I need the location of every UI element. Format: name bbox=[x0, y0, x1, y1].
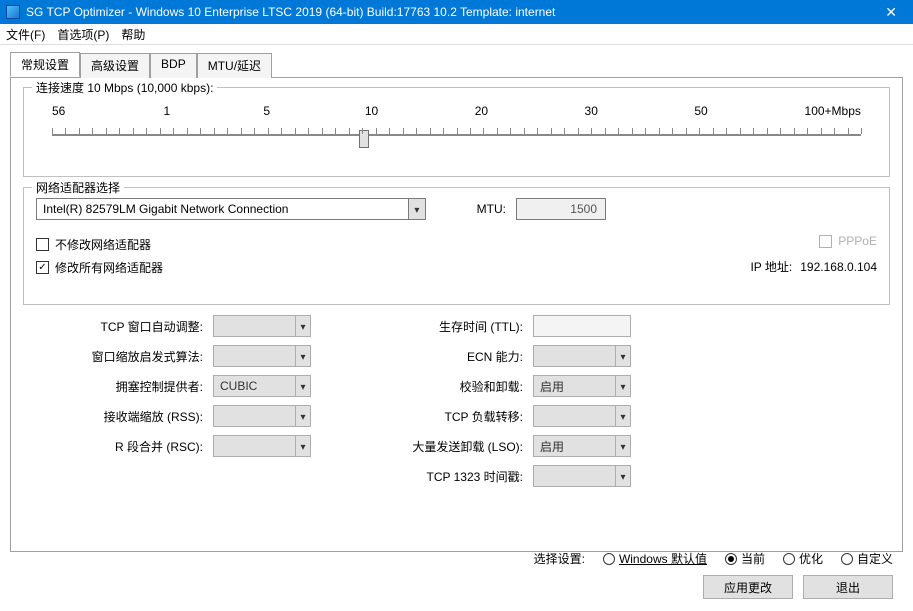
chevron-down-icon[interactable] bbox=[295, 316, 310, 336]
checkbox-disabled-icon bbox=[819, 235, 832, 248]
lbl-rsc: R 段合并 (RSC): bbox=[53, 438, 203, 455]
check-pppoe: PPPoE bbox=[819, 234, 877, 248]
check-no-modify[interactable]: 不修改网络适配器 bbox=[36, 236, 163, 253]
radio-checked-icon[interactable] bbox=[725, 553, 737, 565]
checkbox-icon[interactable] bbox=[36, 238, 49, 251]
select-settings-label: 选择设置: bbox=[534, 550, 585, 567]
lbl-congestion: 拥塞控制提供者: bbox=[53, 378, 203, 395]
settings-grid: TCP 窗口自动调整: 生存时间 (TTL): 窗口缩放启发式算法: ECN 能… bbox=[53, 315, 890, 487]
tick-label: 10 bbox=[352, 104, 392, 118]
group-title-speed: 连接速度 10 Mbps (10,000 kbps): bbox=[32, 79, 217, 96]
radio-icon[interactable] bbox=[603, 553, 615, 565]
chevron-down-icon[interactable] bbox=[615, 376, 630, 396]
tab-advanced[interactable]: 高级设置 bbox=[80, 53, 150, 78]
window-title: SG TCP Optimizer - Windows 10 Enterprise… bbox=[26, 5, 555, 19]
group-connection-speed: 连接速度 10 Mbps (10,000 kbps): 56 1 5 10 20… bbox=[23, 87, 890, 177]
combo-heuristic[interactable] bbox=[213, 345, 311, 367]
chevron-down-icon[interactable] bbox=[295, 376, 310, 396]
tick-label: 20 bbox=[461, 104, 501, 118]
radio-label: 优化 bbox=[799, 550, 823, 567]
titlebar: SG TCP Optimizer - Windows 10 Enterprise… bbox=[0, 0, 913, 24]
tab-bdp[interactable]: BDP bbox=[150, 53, 197, 78]
radio-label: 自定义 bbox=[857, 550, 893, 567]
footer: 选择设置: Windows 默认值 当前 优化 自定义 应用更改 退出 bbox=[20, 550, 893, 599]
radio-current[interactable]: 当前 bbox=[725, 550, 765, 567]
radio-optimal[interactable]: 优化 bbox=[783, 550, 823, 567]
slider-thumb[interactable] bbox=[359, 130, 369, 148]
mtu-value bbox=[516, 198, 606, 220]
combo-ts1323[interactable] bbox=[533, 465, 631, 487]
lbl-heuristic: 窗口缩放启发式算法: bbox=[53, 348, 203, 365]
input-ttl[interactable] bbox=[533, 315, 631, 337]
tick-label: 5 bbox=[252, 104, 282, 118]
check-modify-all-label: 修改所有网络适配器 bbox=[55, 259, 163, 276]
chevron-down-icon[interactable] bbox=[295, 436, 310, 456]
ip-label: IP 地址: bbox=[750, 258, 792, 275]
menu-prefs[interactable]: 首选项(P) bbox=[57, 26, 109, 43]
radio-icon[interactable] bbox=[783, 553, 795, 565]
chevron-down-icon[interactable] bbox=[295, 406, 310, 426]
slider-labels: 56 1 5 10 20 30 50 100+Mbps bbox=[52, 104, 861, 118]
chevron-down-icon[interactable] bbox=[295, 346, 310, 366]
tick-label: 50 bbox=[681, 104, 721, 118]
menu-help[interactable]: 帮助 bbox=[121, 26, 145, 43]
radio-label: 当前 bbox=[741, 550, 765, 567]
tick-label: 56 bbox=[52, 104, 82, 118]
apply-button[interactable]: 应用更改 bbox=[703, 575, 793, 599]
chevron-down-icon[interactable] bbox=[408, 199, 425, 219]
radio-icon[interactable] bbox=[841, 553, 853, 565]
chevron-down-icon[interactable] bbox=[615, 436, 630, 456]
lbl-rss: 接收端缩放 (RSS): bbox=[53, 408, 203, 425]
radio-windows-default[interactable]: Windows 默认值 bbox=[603, 550, 707, 567]
exit-button[interactable]: 退出 bbox=[803, 575, 893, 599]
combo-rss[interactable] bbox=[213, 405, 311, 427]
adapter-dropdown-value[interactable] bbox=[37, 200, 408, 218]
lbl-lso: 大量发送卸载 (LSO): bbox=[393, 438, 523, 455]
pppoe-label: PPPoE bbox=[838, 234, 877, 248]
ip-value: 192.168.0.104 bbox=[800, 260, 877, 274]
combo-congestion[interactable] bbox=[213, 375, 311, 397]
lbl-ts1323: TCP 1323 时间戳: bbox=[393, 468, 523, 485]
chevron-down-icon[interactable] bbox=[615, 346, 630, 366]
tab-general[interactable]: 常规设置 bbox=[10, 52, 80, 77]
group-adapter: 网络适配器选择 MTU: 不修改网络适配器 bbox=[23, 187, 890, 305]
radio-label: Windows 默认值 bbox=[619, 550, 707, 567]
app-icon bbox=[6, 5, 20, 19]
combo-tcp-auto[interactable] bbox=[213, 315, 311, 337]
lbl-tcp-auto: TCP 窗口自动调整: bbox=[53, 318, 203, 335]
tab-mtu[interactable]: MTU/延迟 bbox=[197, 53, 272, 78]
tab-panel-general: 连接速度 10 Mbps (10,000 kbps): 56 1 5 10 20… bbox=[10, 77, 903, 552]
combo-chksum[interactable] bbox=[533, 375, 631, 397]
close-icon[interactable]: ✕ bbox=[875, 4, 907, 21]
menu-file[interactable]: 文件(F) bbox=[6, 26, 45, 43]
checkbox-checked-icon[interactable]: ✓ bbox=[36, 261, 49, 274]
combo-lso[interactable] bbox=[533, 435, 631, 457]
combo-rsc[interactable] bbox=[213, 435, 311, 457]
lbl-ttl: 生存时间 (TTL): bbox=[393, 318, 523, 335]
tick-label: 1 bbox=[152, 104, 182, 118]
adapter-dropdown[interactable] bbox=[36, 198, 426, 220]
speed-slider[interactable] bbox=[52, 122, 861, 150]
combo-ecn[interactable] bbox=[533, 345, 631, 367]
tick-label: 30 bbox=[571, 104, 611, 118]
chevron-down-icon[interactable] bbox=[615, 406, 630, 426]
group-title-adapter: 网络适配器选择 bbox=[32, 179, 124, 196]
mtu-label: MTU: bbox=[466, 202, 506, 216]
lbl-chimney: TCP 负载转移: bbox=[393, 408, 523, 425]
lbl-chksum: 校验和卸载: bbox=[393, 378, 523, 395]
combo-chimney[interactable] bbox=[533, 405, 631, 427]
lbl-ecn: ECN 能力: bbox=[393, 348, 523, 365]
menubar: 文件(F) 首选项(P) 帮助 bbox=[0, 24, 913, 45]
tick-label: 100+Mbps bbox=[791, 104, 861, 118]
check-modify-all[interactable]: ✓ 修改所有网络适配器 bbox=[36, 259, 163, 276]
chevron-down-icon[interactable] bbox=[615, 466, 630, 486]
check-no-modify-label: 不修改网络适配器 bbox=[55, 236, 151, 253]
tab-strip: 常规设置 高级设置 BDP MTU/延迟 bbox=[10, 52, 903, 78]
radio-custom[interactable]: 自定义 bbox=[841, 550, 893, 567]
